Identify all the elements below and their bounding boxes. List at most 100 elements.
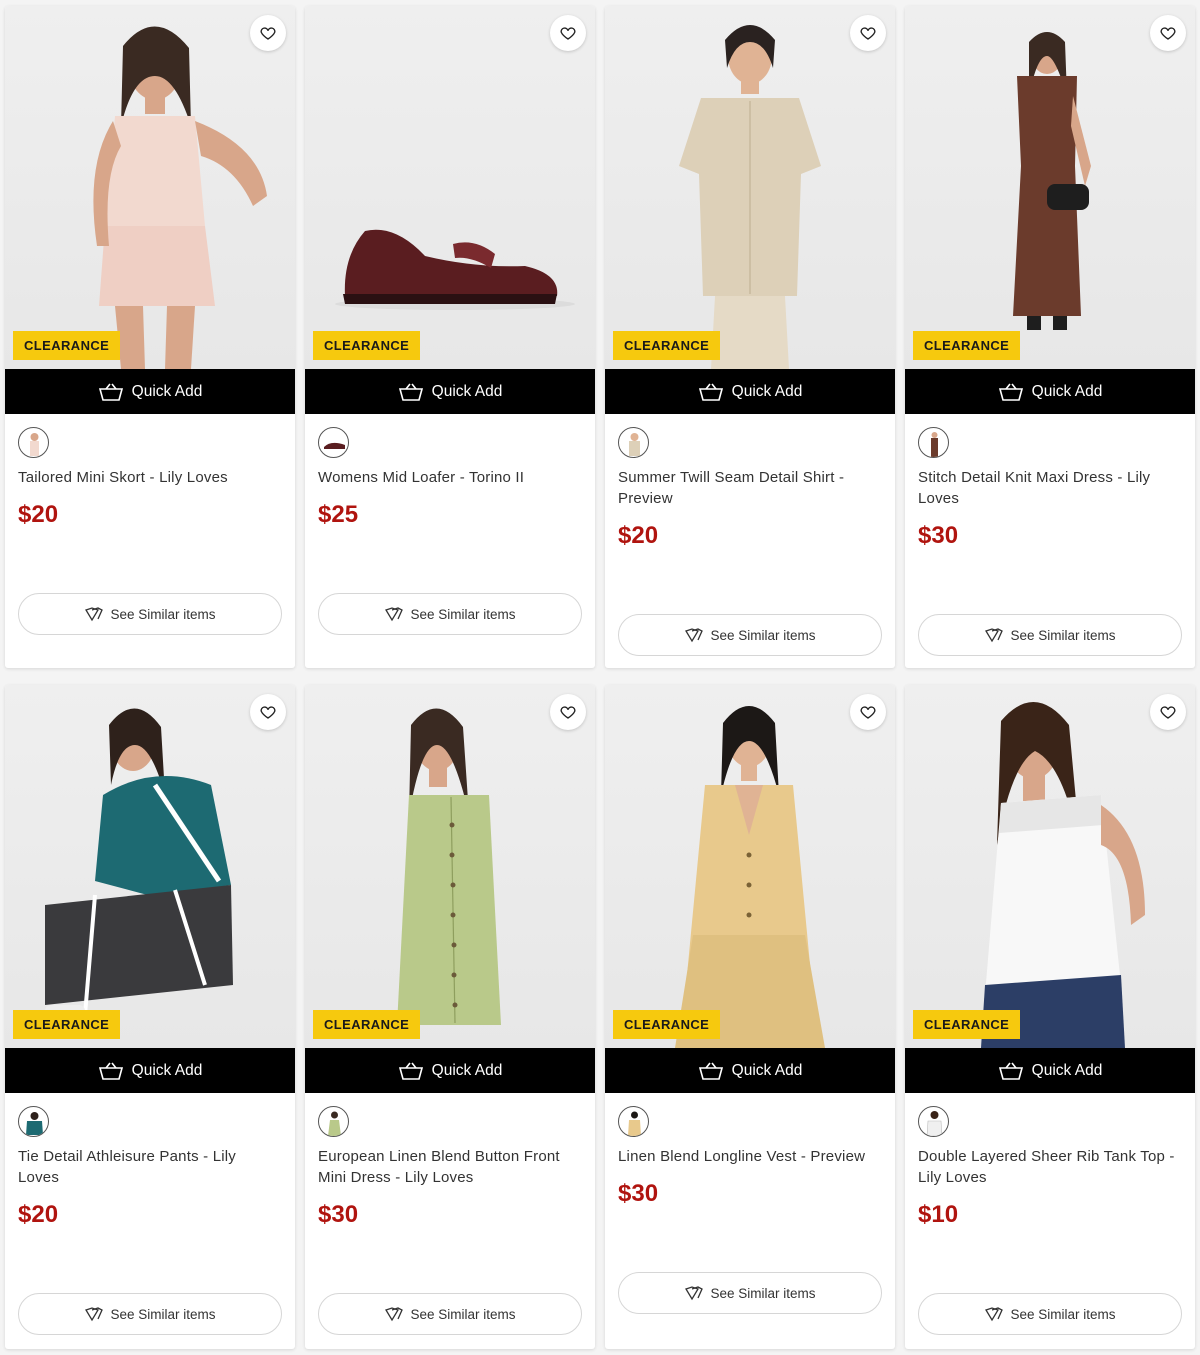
product-price: $30 bbox=[918, 522, 959, 549]
color-swatch[interactable] bbox=[318, 427, 349, 458]
product-photo bbox=[335, 229, 575, 310]
quick-add-button[interactable]: Quick Add bbox=[605, 1048, 895, 1093]
see-similar-label: See Similar items bbox=[410, 606, 516, 622]
wishlist-button[interactable] bbox=[550, 15, 586, 51]
swatch-thumbnail bbox=[926, 1111, 943, 1136]
quick-add-button[interactable]: Quick Add bbox=[305, 1048, 595, 1093]
quick-add-label: Quick Add bbox=[131, 1061, 203, 1079]
similar-icon bbox=[385, 1307, 404, 1322]
basket-icon bbox=[998, 1062, 1023, 1080]
product-card[interactable]: CLEARANCE Quick Add European Linen Blend… bbox=[305, 685, 595, 1349]
color-swatch[interactable] bbox=[18, 427, 49, 458]
product-photo bbox=[679, 25, 821, 369]
product-card[interactable]: CLEARANCE Quick Add Double Layered Sheer… bbox=[905, 685, 1195, 1349]
product-title[interactable]: Tie Detail Athleisure Pants - Lily Loves bbox=[18, 1146, 280, 1188]
quick-add-label: Quick Add bbox=[131, 382, 203, 400]
color-swatch[interactable] bbox=[918, 1106, 949, 1137]
product-price: $10 bbox=[918, 1201, 959, 1228]
quick-add-label: Quick Add bbox=[1031, 382, 1103, 400]
see-similar-button[interactable]: See Similar items bbox=[318, 593, 582, 635]
product-image[interactable]: CLEARANCE bbox=[605, 685, 895, 1048]
product-price: $20 bbox=[18, 501, 59, 528]
product-photo bbox=[397, 708, 501, 1025]
see-similar-button[interactable]: See Similar items bbox=[918, 614, 1182, 656]
product-image[interactable]: CLEARANCE bbox=[605, 6, 895, 369]
basket-icon bbox=[698, 1062, 723, 1080]
see-similar-button[interactable]: See Similar items bbox=[618, 614, 882, 656]
product-image[interactable]: CLEARANCE bbox=[905, 6, 1195, 369]
color-swatch[interactable] bbox=[918, 427, 949, 458]
product-card[interactable]: CLEARANCE Quick Add Summer Twill Seam De… bbox=[605, 6, 895, 668]
product-title[interactable]: Summer Twill Seam Detail Shirt - Preview bbox=[618, 467, 880, 509]
similar-icon bbox=[685, 628, 704, 643]
similar-icon bbox=[985, 1307, 1004, 1322]
quick-add-button[interactable]: Quick Add bbox=[905, 369, 1195, 414]
basket-icon bbox=[398, 383, 423, 401]
product-price: $20 bbox=[18, 1201, 59, 1228]
quick-add-button[interactable]: Quick Add bbox=[605, 369, 895, 414]
product-title[interactable]: Linen Blend Longline Vest - Preview bbox=[618, 1146, 880, 1167]
quick-add-label: Quick Add bbox=[431, 382, 503, 400]
product-card[interactable]: CLEARANCE Quick Add Linen Blend Longline… bbox=[605, 685, 895, 1349]
wishlist-button[interactable] bbox=[850, 15, 886, 51]
product-card[interactable]: CLEARANCE Quick Add Womens Mid Loafer - … bbox=[305, 6, 595, 668]
product-photo bbox=[981, 701, 1145, 1048]
color-swatch[interactable] bbox=[318, 1106, 349, 1137]
heart-outline-icon bbox=[860, 706, 876, 719]
see-similar-label: See Similar items bbox=[1010, 627, 1116, 643]
see-similar-label: See Similar items bbox=[410, 1306, 516, 1322]
product-image[interactable]: CLEARANCE bbox=[5, 6, 295, 369]
wishlist-button[interactable] bbox=[250, 694, 286, 730]
product-image[interactable]: CLEARANCE bbox=[5, 685, 295, 1048]
product-title[interactable]: Stitch Detail Knit Maxi Dress - Lily Lov… bbox=[918, 467, 1180, 509]
quick-add-button[interactable]: Quick Add bbox=[305, 369, 595, 414]
see-similar-label: See Similar items bbox=[110, 1306, 216, 1322]
heart-outline-icon bbox=[560, 706, 576, 719]
wishlist-button[interactable] bbox=[850, 694, 886, 730]
product-title[interactable]: Womens Mid Loafer - Torino II bbox=[318, 467, 580, 488]
quick-add-label: Quick Add bbox=[1031, 1061, 1103, 1079]
product-price: $30 bbox=[618, 1180, 659, 1207]
similar-icon bbox=[985, 628, 1004, 643]
quick-add-button[interactable]: Quick Add bbox=[5, 369, 295, 414]
product-card[interactable]: CLEARANCE Quick Add Stitch Detail Knit M… bbox=[905, 6, 1195, 668]
quick-add-button[interactable]: Quick Add bbox=[5, 1048, 295, 1093]
product-image[interactable]: CLEARANCE bbox=[305, 6, 595, 369]
color-swatch[interactable] bbox=[618, 427, 649, 458]
product-title[interactable]: Tailored Mini Skort - Lily Loves bbox=[18, 467, 280, 488]
quick-add-button[interactable]: Quick Add bbox=[905, 1048, 1195, 1093]
heart-outline-icon bbox=[1160, 27, 1176, 40]
product-image[interactable]: CLEARANCE bbox=[305, 685, 595, 1048]
product-title[interactable]: Double Layered Sheer Rib Tank Top - Lily… bbox=[918, 1146, 1180, 1188]
clearance-badge: CLEARANCE bbox=[613, 331, 721, 360]
see-similar-label: See Similar items bbox=[110, 606, 216, 622]
product-card[interactable]: CLEARANCE Quick Add Tie Detail Athleisur… bbox=[5, 685, 295, 1349]
see-similar-label: See Similar items bbox=[1010, 1306, 1116, 1322]
quick-add-label: Quick Add bbox=[731, 1061, 803, 1079]
see-similar-button[interactable]: See Similar items bbox=[318, 1293, 582, 1335]
color-swatch[interactable] bbox=[18, 1106, 49, 1137]
wishlist-button[interactable] bbox=[250, 15, 286, 51]
see-similar-button[interactable]: See Similar items bbox=[18, 1293, 282, 1335]
wishlist-button[interactable] bbox=[1150, 694, 1186, 730]
heart-outline-icon bbox=[560, 27, 576, 40]
heart-outline-icon bbox=[860, 27, 876, 40]
see-similar-button[interactable]: See Similar items bbox=[918, 1293, 1182, 1335]
similar-icon bbox=[85, 1307, 104, 1322]
product-card[interactable]: CLEARANCE Quick Add Tailored Mini Skort … bbox=[5, 6, 295, 668]
see-similar-button[interactable]: See Similar items bbox=[18, 593, 282, 635]
swatch-thumbnail bbox=[629, 433, 640, 456]
swatch-thumbnail bbox=[30, 433, 39, 456]
product-image[interactable]: CLEARANCE bbox=[905, 685, 1195, 1048]
swatch-thumbnail bbox=[324, 442, 345, 449]
clearance-badge: CLEARANCE bbox=[613, 1010, 721, 1039]
see-similar-button[interactable]: See Similar items bbox=[618, 1272, 882, 1314]
clearance-badge: CLEARANCE bbox=[13, 331, 121, 360]
product-title[interactable]: European Linen Blend Button Front Mini D… bbox=[318, 1146, 580, 1188]
product-photo bbox=[93, 26, 267, 369]
wishlist-button[interactable] bbox=[550, 694, 586, 730]
color-swatch[interactable] bbox=[618, 1106, 649, 1137]
see-similar-label: See Similar items bbox=[710, 627, 816, 643]
similar-icon bbox=[685, 1286, 704, 1301]
wishlist-button[interactable] bbox=[1150, 15, 1186, 51]
